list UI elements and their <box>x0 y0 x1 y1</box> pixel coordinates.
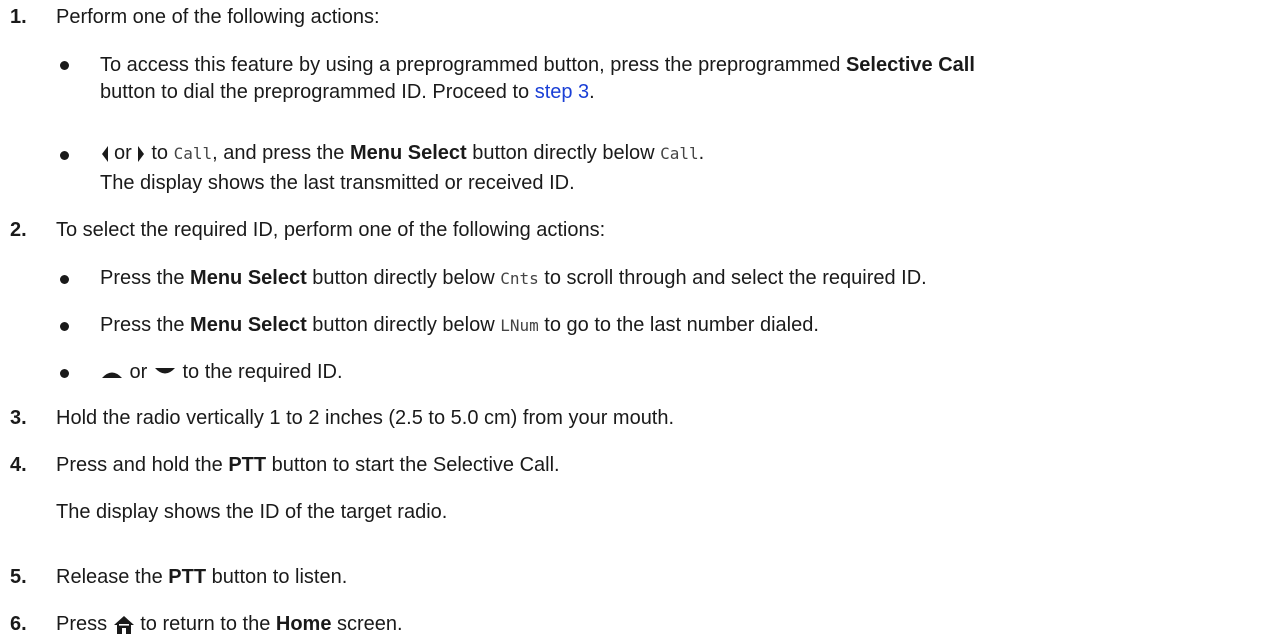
display-text: Call <box>173 144 213 163</box>
bullet <box>60 369 69 378</box>
step-number: 5. <box>10 566 27 588</box>
text-span: To access this feature by using a prepro… <box>100 54 846 76</box>
text-span: to the required ID. <box>176 361 343 383</box>
text-span: . <box>698 142 705 164</box>
step-text: Press and hold the PTT button to start t… <box>56 452 560 478</box>
text-span: button to dial the preprogrammed ID. Pro… <box>100 81 535 103</box>
step-text: Press to return to the Home screen. <box>56 611 403 637</box>
bold-term: PTT <box>168 566 207 588</box>
text-span: Press and hold the <box>56 454 229 476</box>
text-span: button directly below <box>306 267 501 289</box>
bullet-note: The display shows the last transmitted o… <box>100 172 575 194</box>
text-span: button directly below <box>466 142 661 164</box>
bullet-text: or to Call, and press the Menu Select bu… <box>100 140 704 167</box>
up-arrow-icon <box>100 366 124 380</box>
display-text: Call <box>660 144 699 163</box>
text-span: button directly below <box>306 314 501 336</box>
step-text: Hold the radio vertically 1 to 2 inches … <box>56 407 675 429</box>
bullet <box>60 275 69 284</box>
bullet <box>60 322 69 331</box>
text-span: button to start the Selective Call. <box>266 454 560 476</box>
step-number: 4. <box>10 454 27 476</box>
step-text: To select the required ID, perform one o… <box>56 219 606 241</box>
step-number: 3. <box>10 407 27 429</box>
text-span: screen. <box>331 613 403 635</box>
text-span: Release the <box>56 566 169 588</box>
bold-term: PTT <box>228 454 267 476</box>
bullet-text: or to the required ID. <box>100 359 343 385</box>
text-span: or <box>124 361 153 383</box>
left-arrow-icon <box>100 144 110 164</box>
right-arrow-icon <box>136 144 146 164</box>
step-text: Release the PTT button to listen. <box>56 564 347 590</box>
text-span: Press the <box>100 314 191 336</box>
bullet <box>60 61 69 70</box>
text-span: to <box>145 142 174 164</box>
bold-term: Menu Select <box>190 267 307 289</box>
step-number: 1. <box>10 6 27 28</box>
bullet-text: To access this feature by using a prepro… <box>100 52 975 78</box>
text-span: . <box>589 81 595 103</box>
bullet <box>60 151 69 160</box>
text-span: or <box>114 142 132 164</box>
bold-term: Menu Select <box>350 142 467 164</box>
down-arrow-icon <box>153 366 177 380</box>
step-3-link[interactable]: step 3 <box>535 81 589 103</box>
text-span: to go to the last number dialed. <box>538 314 819 336</box>
bullet-text-continued: button to dial the preprogrammed ID. Pro… <box>100 79 595 105</box>
home-icon <box>113 614 135 636</box>
text-span: , and press the <box>212 142 350 164</box>
step-number: 6. <box>10 613 27 635</box>
text-span: Press the <box>100 267 191 289</box>
text-span: to scroll through and select the require… <box>538 267 927 289</box>
bold-term: Menu Select <box>190 314 307 336</box>
bullet-text: Press the Menu Select button directly be… <box>100 265 927 292</box>
step-number: 2. <box>10 219 27 241</box>
text-span: to return to the <box>134 613 276 635</box>
display-text: Cnts <box>500 269 539 288</box>
text-span: Press <box>56 613 113 635</box>
display-text: LNum <box>500 316 539 335</box>
bold-term: Selective Call <box>845 54 975 76</box>
text-span: button to listen. <box>206 566 348 588</box>
step-note: The display shows the ID of the target r… <box>56 501 448 523</box>
bullet-text: Press the Menu Select button directly be… <box>100 312 819 339</box>
bold-term: Home <box>275 613 332 635</box>
step-text: Perform one of the following actions: <box>56 6 380 28</box>
procedure-document: 1. Perform one of the following actions:… <box>0 0 1264 642</box>
